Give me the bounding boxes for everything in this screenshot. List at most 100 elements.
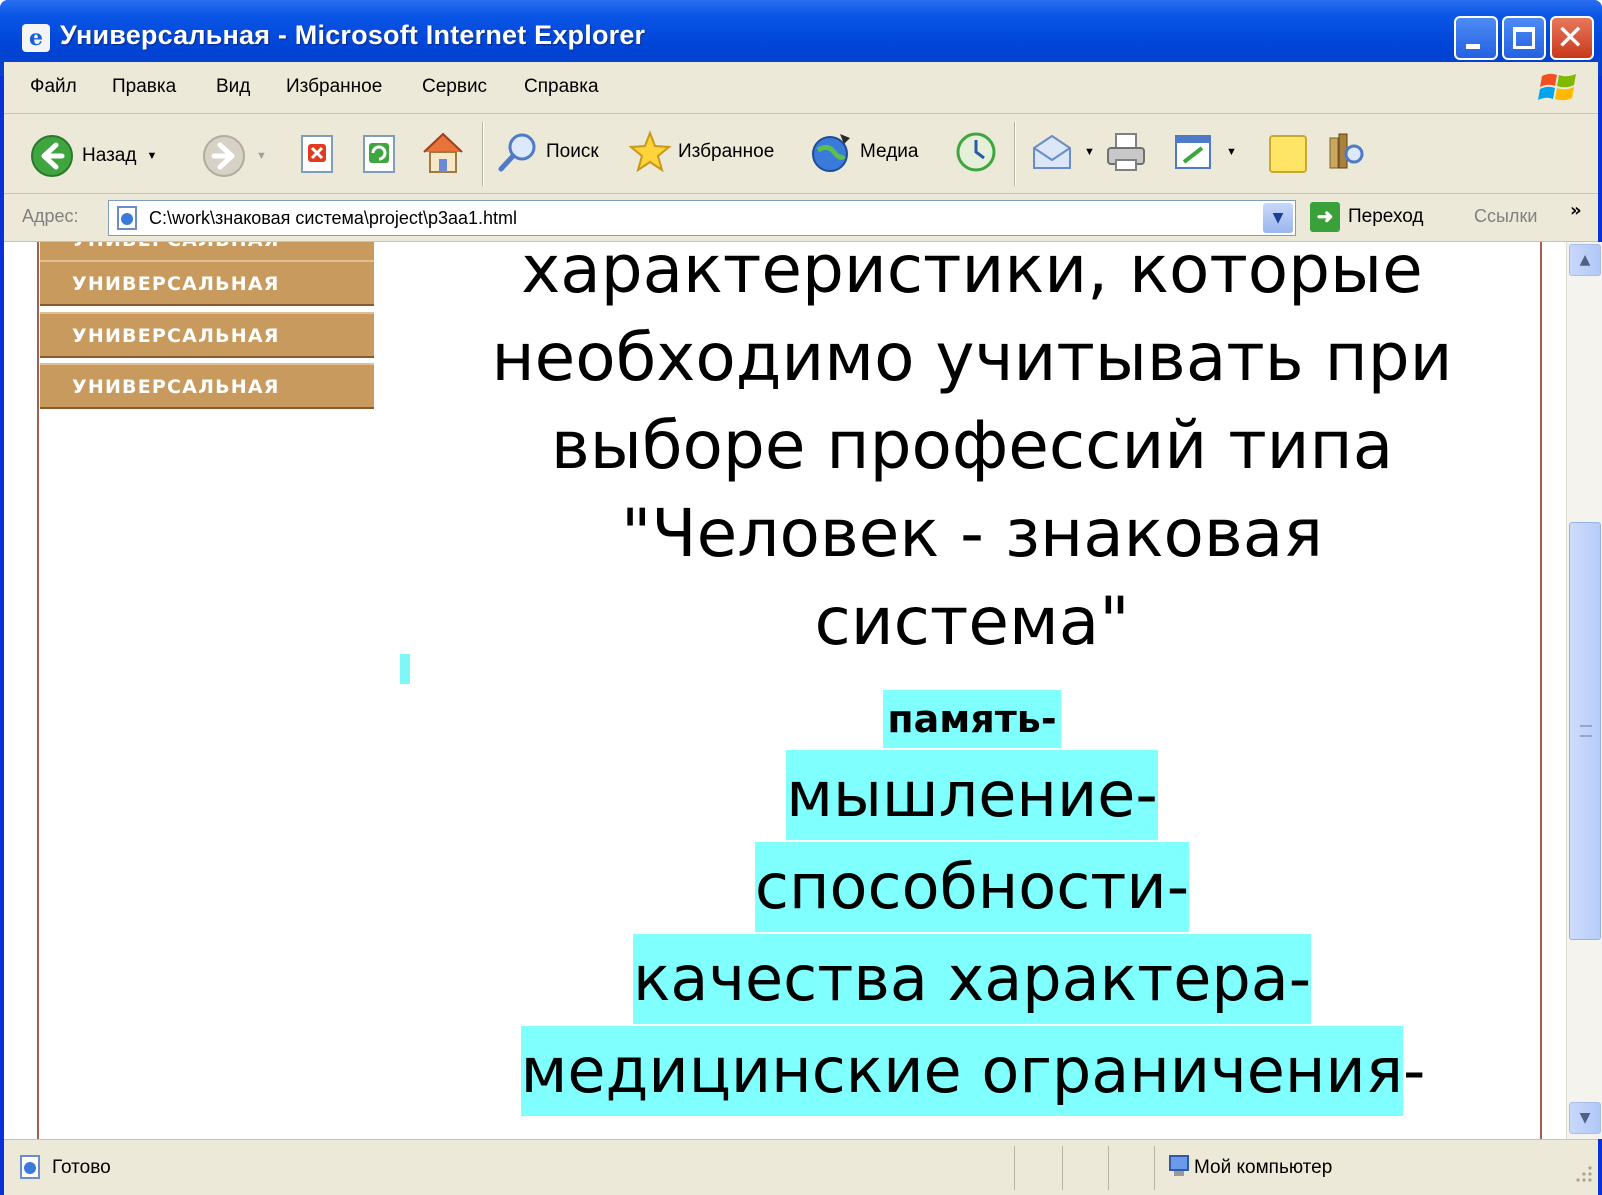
stop-icon	[301, 135, 333, 173]
print-button[interactable]	[1104, 130, 1148, 174]
security-zone-text: Мой компьютер	[1194, 1157, 1333, 1178]
list-item: медицинские ограничения-	[400, 1026, 1546, 1116]
go-button[interactable]: ➜ Переход	[1310, 202, 1423, 232]
favorites-button[interactable]: Избранное	[628, 130, 774, 174]
scrollbar-grip-icon	[1580, 725, 1592, 737]
edit-page-icon	[1175, 135, 1211, 169]
list-item-medical: медицинские ограничения	[520, 1026, 1403, 1116]
edit-button[interactable]: ▼	[1172, 130, 1237, 174]
scroll-down-icon[interactable]: ▼	[1569, 1102, 1601, 1134]
search-button[interactable]: Поиск	[496, 130, 599, 174]
ie-icon: e	[22, 24, 50, 52]
refresh-button[interactable]	[358, 132, 402, 176]
vertical-scrollbar[interactable]: ▲ ▼	[1566, 242, 1602, 1139]
discuss-button[interactable]	[1266, 132, 1310, 176]
scrollbar-thumb[interactable]	[1569, 522, 1601, 940]
heading-line: "Человек - знаковая	[621, 495, 1323, 572]
favorites-label: Избранное	[678, 141, 775, 162]
back-button[interactable]: Назад ▼	[30, 134, 157, 178]
printer-icon	[1107, 133, 1145, 171]
nav-link-universal[interactable]: УНИВЕРСАЛЬНАЯ	[40, 242, 374, 262]
toolbar-separator	[482, 122, 484, 186]
list-item: качества характера-	[404, 934, 1540, 1024]
links-more-chevron-icon[interactable]: »	[1570, 200, 1582, 221]
history-button[interactable]	[954, 130, 998, 174]
list-item: мышление-	[404, 750, 1540, 840]
menu-tools[interactable]: Сервис	[422, 76, 487, 98]
minimize-button[interactable]	[1454, 16, 1498, 60]
forward-button[interactable]: ▼	[202, 134, 267, 178]
forward-arrow-icon	[203, 135, 245, 177]
media-label: Медиа	[860, 141, 919, 162]
edit-dropdown-icon[interactable]: ▼	[1226, 146, 1237, 158]
page-border	[1540, 242, 1542, 1139]
go-arrow-icon: ➜	[1310, 202, 1340, 232]
my-computer-icon	[1169, 1155, 1189, 1176]
menu-help[interactable]: Справка	[524, 76, 599, 98]
text-cursor-marker	[400, 654, 410, 684]
media-globe-icon	[812, 134, 850, 172]
home-button[interactable]	[418, 128, 468, 178]
maximize-button[interactable]	[1502, 16, 1546, 60]
media-button[interactable]: Медиа	[810, 130, 918, 174]
list-item-memory: память-	[883, 690, 1061, 748]
star-icon	[628, 130, 672, 173]
mail-dropdown-icon[interactable]: ▼	[1084, 146, 1095, 158]
status-divider	[1108, 1146, 1109, 1190]
list-item-thinking: мышление-	[786, 750, 1158, 840]
resize-grip-icon[interactable]	[1572, 1162, 1594, 1184]
menu-edit[interactable]: Правка	[112, 76, 176, 98]
nav-link-universal[interactable]: УНИВЕРСАЛЬНАЯ	[40, 312, 374, 358]
links-button[interactable]: Ссылки	[1474, 206, 1537, 227]
list-item-character: качества характера-	[632, 934, 1312, 1024]
back-label: Назад	[82, 145, 137, 166]
forward-dropdown-icon[interactable]: ▼	[256, 150, 267, 162]
address-input[interactable]: C:\work\знаковая система\project\p3aa1.h…	[108, 200, 1296, 236]
back-dropdown-icon[interactable]: ▼	[146, 150, 157, 162]
close-button[interactable]: ✕	[1550, 16, 1594, 60]
toolbar-separator	[1014, 122, 1016, 186]
status-bar: Готово Мой компьютер	[4, 1139, 1598, 1195]
list-item-abilities: способности-	[754, 842, 1190, 932]
note-icon	[1269, 135, 1307, 173]
page-content: УНИВЕРСАЛЬНАЯ УНИВЕРСАЛЬНАЯ УНИВЕРСАЛЬНА…	[4, 242, 1566, 1139]
nav-link-universal[interactable]: УНИВЕРСАЛЬНАЯ	[40, 363, 374, 409]
list-item-dash: -	[1403, 1034, 1426, 1107]
heading-line: необходимо учитывать при	[491, 319, 1453, 396]
history-icon	[956, 132, 996, 172]
menu-favorites[interactable]: Избранное	[286, 76, 382, 98]
status-divider	[1154, 1146, 1155, 1190]
list-item: память-	[404, 690, 1540, 748]
heading-line: характеристики, которые	[521, 242, 1423, 308]
heading-line: система"	[814, 583, 1130, 660]
page-status-icon	[20, 1155, 40, 1179]
menu-bar: Файл Правка Вид Избранное Сервис Справка	[4, 62, 1598, 114]
menu-file[interactable]: Файл	[30, 76, 77, 98]
address-url: C:\work\знаковая система\project\p3aa1.h…	[149, 208, 517, 228]
window-title: Универсальная - Microsoft Internet Explo…	[60, 20, 646, 50]
status-divider	[1062, 1146, 1063, 1190]
search-icon	[498, 133, 536, 172]
search-label: Поиск	[546, 141, 599, 162]
page-icon	[117, 206, 137, 230]
status-text: Готово	[52, 1157, 111, 1178]
mail-button[interactable]: ▼	[1030, 130, 1095, 174]
browser-window: e Универсальная - Microsoft Internet Exp…	[0, 0, 1602, 1195]
menu-view[interactable]: Вид	[216, 76, 250, 98]
scroll-up-icon[interactable]: ▲	[1569, 244, 1601, 276]
research-button[interactable]	[1324, 130, 1368, 174]
address-bar: Адрес: C:\work\знаковая система\project\…	[4, 194, 1598, 242]
heading-line: выборе профессий типа	[550, 407, 1394, 484]
address-label: Адрес:	[22, 206, 79, 226]
windows-logo-icon	[1538, 73, 1576, 101]
toolbar: Назад ▼ ▼ Поиск Избранное Медиа ▼ ▼	[4, 114, 1598, 194]
stop-button[interactable]	[296, 132, 340, 176]
go-label: Переход	[1348, 206, 1424, 227]
mail-icon	[1033, 134, 1071, 169]
page-border	[37, 242, 39, 1139]
nav-link-universal[interactable]: УНИВЕРСАЛЬНАЯ	[40, 260, 374, 306]
address-dropdown-icon[interactable]: ▼	[1263, 203, 1293, 233]
list-item: способности-	[404, 842, 1540, 932]
back-arrow-icon	[31, 135, 73, 177]
refresh-icon	[363, 135, 395, 173]
